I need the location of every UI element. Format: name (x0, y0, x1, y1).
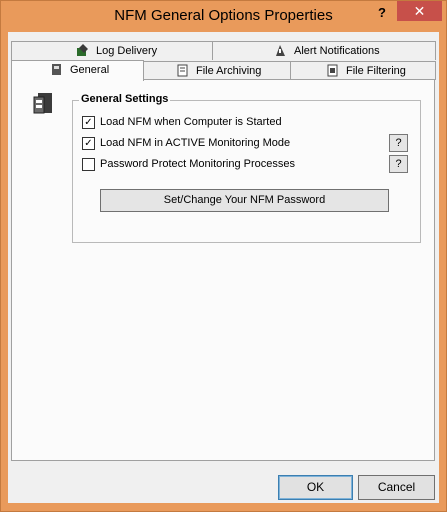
tab-alert-notifications-label: Alert Notifications (294, 45, 380, 57)
tab-alert-notifications[interactable]: Alert Notifications (212, 41, 436, 60)
tab-file-archiving-label: File Archiving (196, 65, 262, 77)
tab-log-delivery[interactable]: Log Delivery (11, 41, 214, 60)
title-help-button[interactable]: ? (373, 5, 391, 23)
general-icon (52, 64, 61, 75)
active-monitoring-checkbox[interactable]: ✓ (82, 137, 95, 150)
alert-notifications-icon (276, 45, 285, 56)
tab-file-archiving[interactable]: File Archiving (142, 61, 292, 80)
tab-file-filtering-label: File Filtering (346, 65, 406, 77)
tab-log-delivery-label: Log Delivery (96, 45, 158, 57)
general-settings-group: General Settings ✓ Load NFM when Compute… (72, 93, 421, 243)
tab-general-label: General (70, 64, 110, 76)
file-archiving-icon (177, 64, 188, 77)
dialog-client-area: Log Delivery Alert Notifications General… (8, 32, 439, 503)
cancel-button[interactable]: Cancel (358, 475, 435, 500)
active-monitoring-label: Load NFM in ACTIVE Monitoring Mode (100, 137, 291, 149)
general-settings-icon (33, 93, 52, 114)
dialog-window: NFM General Options Properties ? ✕ Log D… (0, 0, 447, 512)
general-tab-panel: General Settings ✓ Load NFM when Compute… (11, 79, 435, 461)
password-protect-label: Password Protect Monitoring Processes (100, 158, 296, 170)
log-delivery-icon (77, 44, 88, 56)
tab-file-filtering[interactable]: File Filtering (290, 61, 436, 80)
close-button[interactable]: ✕ (397, 1, 442, 21)
file-filtering-icon (327, 64, 338, 77)
general-settings-title: General Settings (79, 93, 171, 105)
password-protect-checkbox[interactable] (82, 158, 95, 171)
title-bar[interactable]: NFM General Options Properties ? ✕ (1, 1, 446, 32)
load-on-startup-checkbox[interactable]: ✓ (82, 116, 95, 129)
password-protect-help-button[interactable]: ? (389, 155, 408, 173)
load-on-startup-label: Load NFM when Computer is Started (100, 116, 282, 128)
set-password-button[interactable]: Set/Change Your NFM Password (100, 189, 389, 212)
active-monitoring-help-button[interactable]: ? (389, 134, 408, 152)
tab-general[interactable]: General (11, 60, 144, 81)
ok-button[interactable]: OK (278, 475, 353, 500)
